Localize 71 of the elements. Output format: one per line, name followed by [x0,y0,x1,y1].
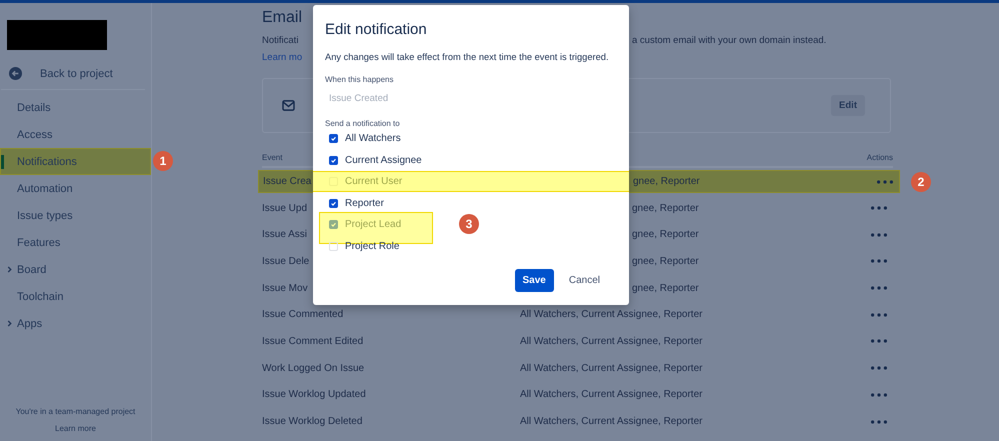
table-cell: Work Logged On Issue [262,362,364,374]
table-cell: Issue Mov [262,282,308,294]
column-header: Event [262,153,282,162]
learn-more-link[interactable]: Learn mo [262,52,302,63]
checkbox-label: Project Role [345,240,400,252]
more-actions-icon[interactable] [871,366,887,370]
footer-text: You're in a team-managed project [16,407,136,416]
sidebar-item[interactable]: Automation [0,175,151,202]
table-cell: Issue Worklog Updated [262,389,366,400]
checkbox-label: Current Assignee [345,154,422,166]
table-cell-text: gnee, Reporter [631,282,700,294]
table-cell: Issue Crea [263,176,312,187]
page-title: Email [262,9,304,27]
table-cell-text: gnee, Reporter [631,202,700,214]
table-cell-text: gnee, Reporter [632,176,701,187]
table-cell: Issue Assi [262,229,308,240]
table-cell-text: All Watchers, Current Assignee, Reporter [520,389,704,400]
field-label: When this happens [325,75,394,84]
sidebar-item[interactable]: Toolchain [0,283,151,310]
table-cell: Issue Dele [262,256,310,267]
table-cell: Issue Worklog Deleted [262,416,362,428]
table-cell: Issue Upd [262,202,308,214]
description-text: a custom email with your own domain instead. [632,35,826,47]
chevron-icon [7,320,12,327]
edit-button[interactable]: Edit [831,95,865,116]
table-cell: Issue Comment Edited [262,336,364,347]
annotation-badge: 3 [459,214,479,234]
checkbox[interactable] [329,198,338,208]
more-actions-icon[interactable] [871,420,887,424]
annotation-badge: 2 [911,172,931,192]
checkbox-label: Reporter [345,198,384,209]
more-actions-icon[interactable] [871,339,887,344]
sidebar-item[interactable]: Details [0,94,151,121]
more-actions-icon[interactable] [871,232,887,237]
dialog-description: Any changes will take effect from the next time the event is triggered. [325,52,610,62]
more-actions-icon[interactable] [877,180,893,184]
table-cell-text: All Watchers, Current Assignee, Reporter [520,416,704,428]
more-actions-icon[interactable] [871,259,887,264]
column-header: Actions [866,153,893,162]
more-actions-icon[interactable] [871,312,887,317]
mail-icon [282,100,295,111]
checkbox-label: Project Lead [345,219,402,230]
sidebar-item[interactable]: Board [0,256,151,283]
table-cell: Issue Commented [262,309,344,320]
save-button[interactable]: Save [514,269,554,292]
checkbox-label: Current User [345,176,402,188]
field-label: Send a notification to [325,119,401,128]
sidebar-item[interactable]: Issue types [0,202,151,229]
sidebar-item[interactable]: Access [0,121,151,148]
cancel-button[interactable]: Cancel [562,269,606,292]
table-cell-text: gnee, Reporter [631,256,700,267]
more-actions-icon[interactable] [871,392,887,397]
dialog-title: Edit notification [325,21,428,38]
table-cell-text: All Watchers, Current Assignee, Reporter [520,362,704,374]
more-actions-icon[interactable] [871,286,887,290]
back-link[interactable]: Back to project [9,67,151,80]
checkbox[interactable] [329,156,338,165]
learn-more-link[interactable]: Learn more [55,424,96,433]
checkbox[interactable] [329,134,338,144]
sidebar-item[interactable]: Apps [0,310,151,337]
annotation-badge: 1 [153,151,173,171]
sidebar-item[interactable]: Features [0,229,151,256]
table-cell-text: All Watchers, Current Assignee, Reporter [520,336,704,347]
more-actions-icon[interactable] [871,206,887,210]
event-value: Issue Created [328,93,390,104]
description-text: Notificati [262,35,300,47]
checkbox[interactable] [329,220,338,230]
chevron-icon [7,266,12,273]
table-cell-text: All Watchers, Current Assignee, Reporter [520,309,704,320]
checkbox-label: All Watchers [345,133,401,144]
table-cell-text: gnee, Reporter [631,229,700,240]
